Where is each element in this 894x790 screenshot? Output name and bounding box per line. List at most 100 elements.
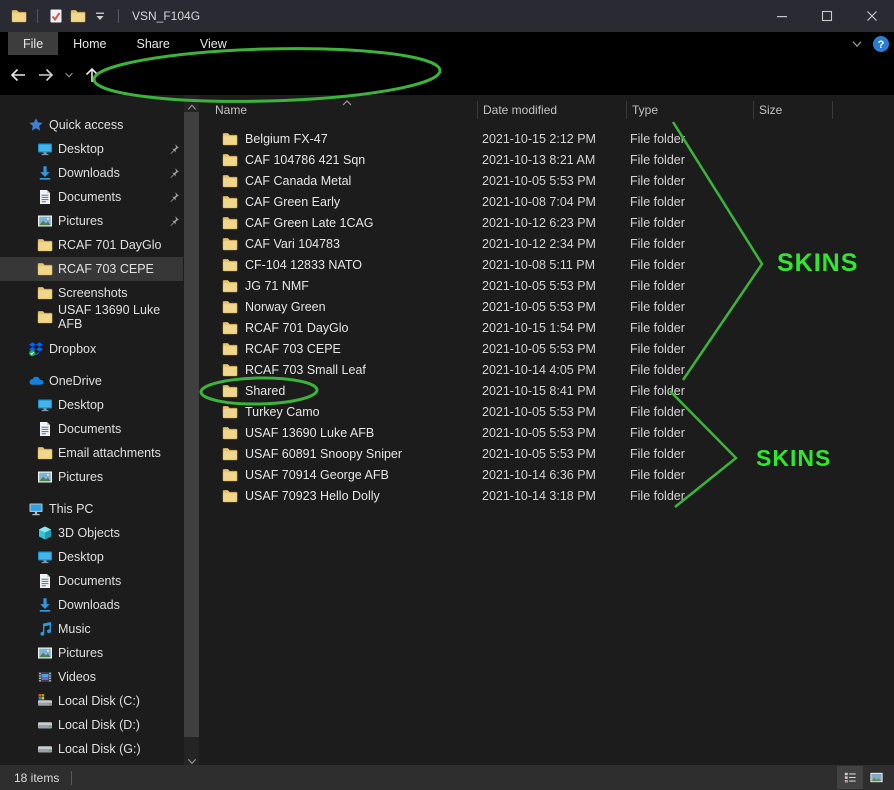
file-row-usaf-13690-luke-afb[interactable]: USAF 13690 Luke AFB2021-10-05 5:53 PMFil…	[199, 422, 894, 443]
folder-icon	[222, 467, 238, 483]
file-name: USAF 13690 Luke AFB	[245, 426, 374, 440]
sidebar-item-pictures[interactable]: Pictures	[0, 465, 183, 489]
minimize-button[interactable]	[759, 0, 804, 32]
sidebar-item-documents[interactable]: Documents	[0, 185, 183, 209]
recent-locations-button[interactable]	[60, 63, 78, 87]
sidebar-item-dropbox[interactable]: Dropbox	[0, 337, 183, 361]
pin-icon	[168, 167, 180, 179]
file-row-caf-104786-421-sqn[interactable]: CAF 104786 421 Sqn2021-10-13 8:21 AMFile…	[199, 149, 894, 170]
sidebar-item-label: Documents	[58, 190, 121, 204]
file-row-cf-104-12833-nato[interactable]: CF-104 12833 NATO2021-10-08 5:11 PMFile …	[199, 254, 894, 275]
sidebar-item-desktop[interactable]: Desktop	[0, 545, 183, 569]
file-name: RCAF 701 DayGlo	[245, 321, 349, 335]
file-name: Norway Green	[245, 300, 326, 314]
sidebar-item-desktop[interactable]: Desktop	[0, 393, 183, 417]
sidebar-item-3d-objects[interactable]: 3D Objects	[0, 521, 183, 545]
details-view-button[interactable]	[837, 766, 863, 789]
sidebar-item-onedrive[interactable]: OneDrive	[0, 369, 183, 393]
thumbnails-view-button[interactable]	[863, 766, 889, 789]
main-area: Quick accessDesktopDownloadsDocumentsPic…	[0, 95, 894, 765]
sidebar-item-pictures[interactable]: Pictures	[0, 641, 183, 665]
back-button[interactable]	[6, 63, 30, 87]
tab-file[interactable]: File	[8, 32, 58, 55]
documents-icon	[37, 573, 53, 589]
up-button[interactable]	[80, 63, 104, 87]
folder-icon	[222, 425, 238, 441]
folder-icon	[222, 194, 238, 210]
file-type: File folder	[626, 153, 753, 167]
qat-properties-button[interactable]	[45, 5, 67, 27]
close-button[interactable]	[849, 0, 894, 32]
sidebar-item-documents[interactable]: Documents	[0, 417, 183, 441]
sidebar-item-label: 3D Objects	[58, 526, 120, 540]
tab-share[interactable]: Share	[122, 32, 185, 55]
file-row-rcaf-703-small-leaf[interactable]: RCAF 703 Small Leaf2021-10-14 4:05 PMFil…	[199, 359, 894, 380]
sidebar-item-quick-access[interactable]: Quick access	[0, 113, 183, 137]
folder-icon	[222, 383, 238, 399]
downloads-icon	[37, 597, 53, 613]
column-header-size[interactable]: Size	[753, 103, 832, 117]
file-row-jg-71-nmf[interactable]: JG 71 NMF2021-10-05 5:53 PMFile folder	[199, 275, 894, 296]
file-name: Turkey Camo	[245, 405, 320, 419]
sidebar-item-pictures[interactable]: Pictures	[0, 209, 183, 233]
file-row-rcaf-701-dayglo[interactable]: RCAF 701 DayGlo2021-10-15 1:54 PMFile fo…	[199, 317, 894, 338]
qat-newfolder-button[interactable]	[67, 5, 89, 27]
file-type: File folder	[626, 300, 753, 314]
sidebar-item-music[interactable]: Music	[0, 617, 183, 641]
file-row-norway-green[interactable]: Norway Green2021-10-05 5:53 PMFile folde…	[199, 296, 894, 317]
qat-customize-button[interactable]	[89, 5, 111, 27]
expand-ribbon-button[interactable]	[850, 37, 864, 51]
sidebar-item-label: Pictures	[58, 470, 103, 484]
scrollbar-thumb[interactable]	[184, 112, 199, 737]
maximize-button[interactable]	[804, 0, 849, 32]
sidebar-item-usaf-13690-luke-afb[interactable]: USAF 13690 Luke AFB	[0, 305, 183, 329]
file-row-caf-vari-104783[interactable]: CAF Vari 1047832021-10-12 2:34 PMFile fo…	[199, 233, 894, 254]
sidebar-item-local-disk-g[interactable]: Local Disk (G:)	[0, 737, 183, 761]
tab-home[interactable]: Home	[58, 32, 121, 55]
help-button[interactable]: ?	[872, 35, 890, 53]
file-date-modified: 2021-10-05 5:53 PM	[477, 426, 626, 440]
videos-icon	[37, 669, 53, 685]
file-row-turkey-camo[interactable]: Turkey Camo2021-10-05 5:53 PMFile folder	[199, 401, 894, 422]
file-row-usaf-60891-snoopy-sniper[interactable]: USAF 60891 Snoopy Sniper2021-10-05 5:53 …	[199, 443, 894, 464]
sidebar-item-downloads[interactable]: Downloads	[0, 161, 183, 185]
tab-view[interactable]: View	[185, 32, 242, 55]
file-row-caf-green-late-1cag[interactable]: CAF Green Late 1CAG2021-10-12 6:23 PMFil…	[199, 212, 894, 233]
file-row-caf-green-early[interactable]: CAF Green Early2021-10-08 7:04 PMFile fo…	[199, 191, 894, 212]
sidebar-item-documents[interactable]: Documents	[0, 569, 183, 593]
sidebar-item-downloads[interactable]: Downloads	[0, 593, 183, 617]
scroll-up-icon[interactable]	[187, 100, 197, 107]
forward-button[interactable]	[34, 63, 58, 87]
file-row-rcaf-703-cepe[interactable]: RCAF 703 CEPE2021-10-05 5:53 PMFile fold…	[199, 338, 894, 359]
column-header-name[interactable]: Name	[199, 103, 477, 117]
column-header-date-modified[interactable]: Date modified	[477, 103, 626, 117]
sidebar-item-desktop[interactable]: Desktop	[0, 137, 183, 161]
sidebar-item-rcaf-703-cepe[interactable]: RCAF 703 CEPE	[0, 257, 183, 281]
sidebar-item-label: Dropbox	[49, 342, 96, 356]
sidebar-item-this-pc[interactable]: This PC	[0, 497, 183, 521]
file-row-shared[interactable]: Shared2021-10-15 8:41 PMFile folder	[199, 380, 894, 401]
file-name: CF-104 12833 NATO	[245, 258, 362, 272]
file-row-caf-canada-metal[interactable]: CAF Canada Metal2021-10-05 5:53 PMFile f…	[199, 170, 894, 191]
sidebar-item-label: Local Disk (C:)	[58, 694, 140, 708]
minimize-icon	[774, 8, 790, 24]
scroll-down-icon[interactable]	[187, 754, 197, 761]
sidebar-item-local-disk-c[interactable]: Local Disk (C:)	[0, 689, 183, 713]
file-row-usaf-70923-hello-dolly[interactable]: USAF 70923 Hello Dolly2021-10-14 3:18 PM…	[199, 485, 894, 506]
sidebar-item-rcaf-701-dayglo[interactable]: RCAF 701 DayGlo	[0, 233, 183, 257]
sidebar-item-label: This PC	[49, 502, 93, 516]
sidebar-item-email-attachments[interactable]: Email attachments	[0, 441, 183, 465]
sidebar-item-local-disk-d[interactable]: Local Disk (D:)	[0, 713, 183, 737]
sidebar-item-videos[interactable]: Videos	[0, 665, 183, 689]
file-name: RCAF 703 CEPE	[245, 342, 341, 356]
file-row-belgium-fx-47[interactable]: Belgium FX-472021-10-15 2:12 PMFile fold…	[199, 128, 894, 149]
column-header-type[interactable]: Type	[626, 103, 753, 117]
file-name: CAF 104786 421 Sqn	[245, 153, 365, 167]
nav-pane-scrollbar[interactable]	[184, 95, 199, 765]
file-date-modified: 2021-10-05 5:53 PM	[477, 174, 626, 188]
titlebar-separator	[118, 9, 119, 23]
sidebar-item-screenshots[interactable]: Screenshots	[0, 281, 183, 305]
folder-icon	[222, 152, 238, 168]
app-folder-icon	[11, 8, 27, 24]
file-row-usaf-70914-george-afb[interactable]: USAF 70914 George AFB2021-10-14 6:36 PMF…	[199, 464, 894, 485]
